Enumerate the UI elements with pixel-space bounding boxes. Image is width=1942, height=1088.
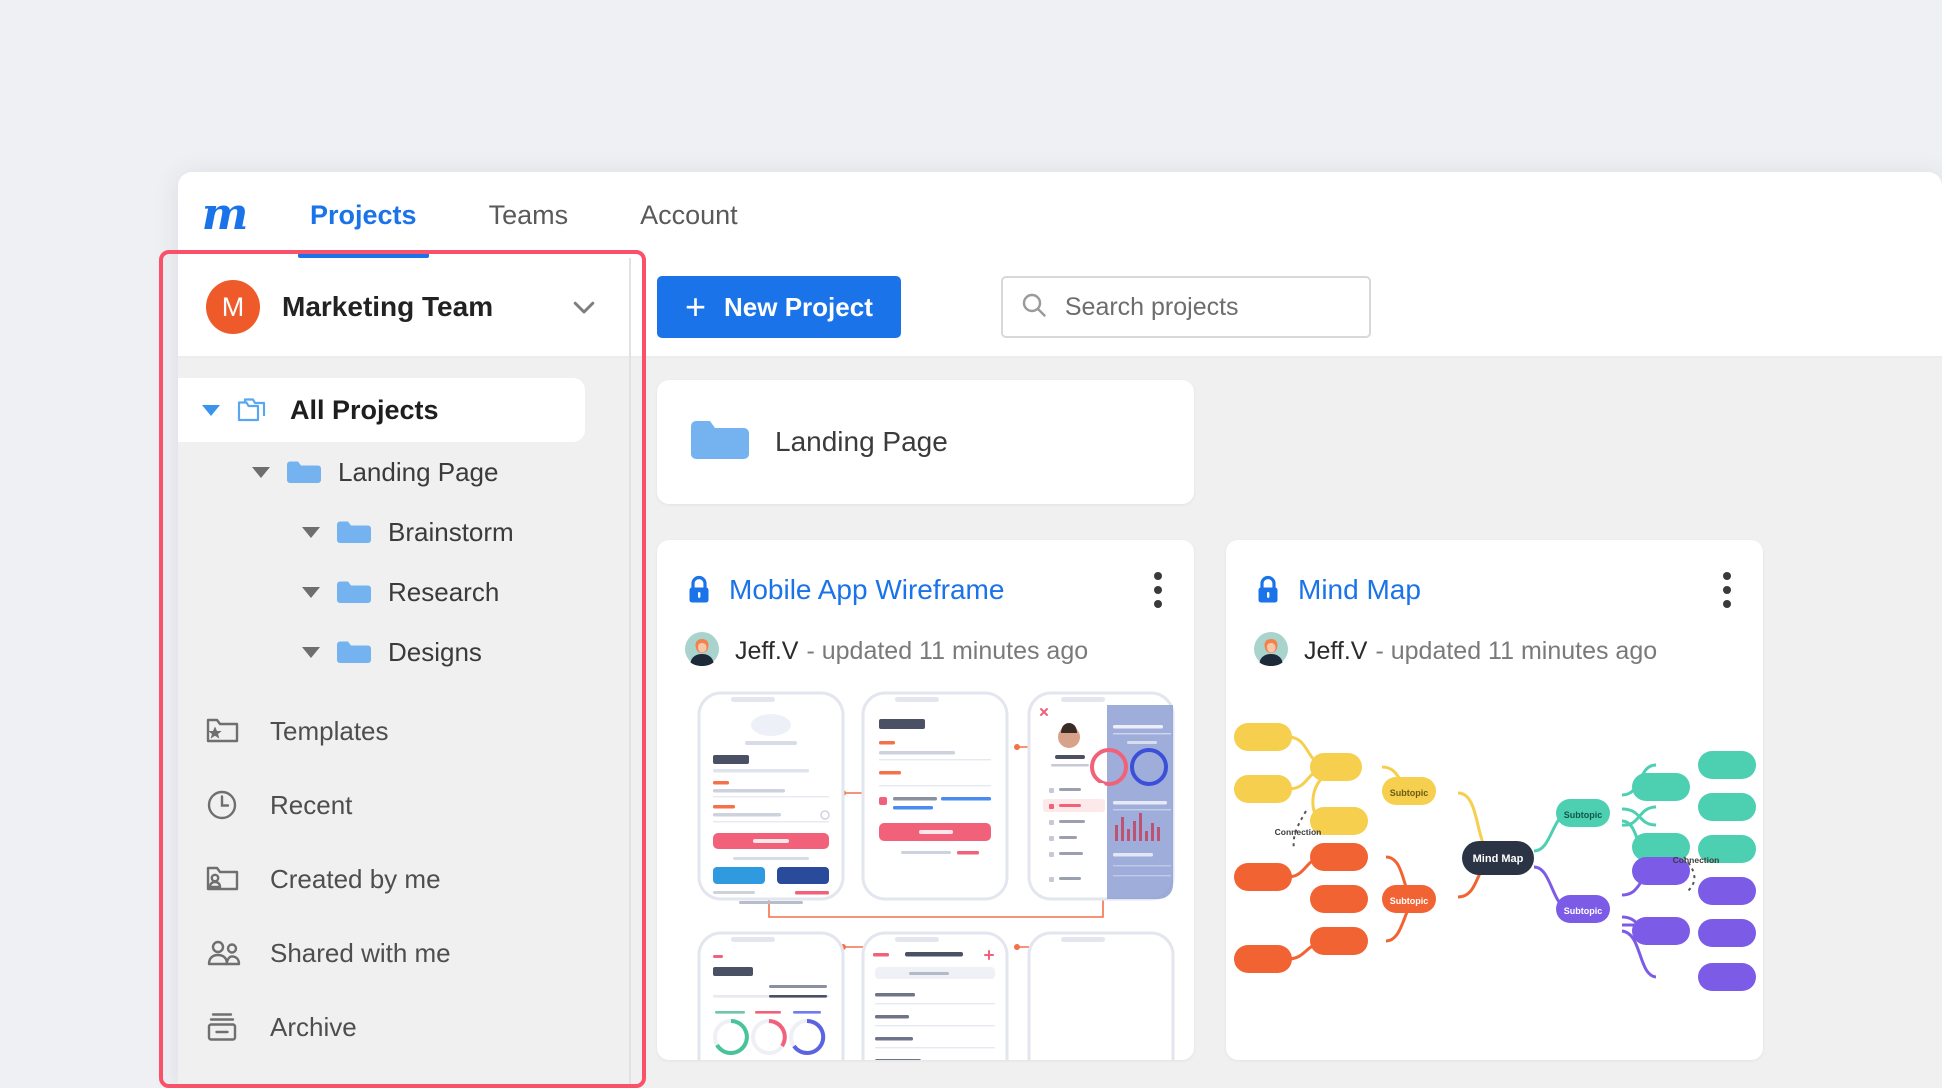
app-logo-icon[interactable]: m — [198, 188, 252, 242]
sidebar-item-created-by-me-label: Created by me — [270, 864, 441, 895]
caret-down-icon[interactable] — [302, 527, 320, 538]
project-card-mobile-app-wireframe[interactable]: Mobile App Wireframe — [657, 540, 1194, 1060]
tab-account-label: Account — [640, 200, 738, 231]
lock-icon — [685, 574, 713, 606]
folder-icon — [286, 458, 322, 486]
mind-map-subtopic-label: Subtopic — [1390, 788, 1429, 798]
sidebar-item-research-label: Research — [388, 577, 499, 608]
folder-icon — [336, 578, 372, 606]
sidebar-item-research[interactable]: Research — [178, 562, 629, 622]
archive-icon — [204, 1010, 248, 1044]
sidebar-item-templates[interactable]: Templates — [178, 694, 629, 768]
folder-card-landing-page[interactable]: Landing Page — [657, 380, 1194, 504]
top-navigation-bar: m Projects Teams Account — [178, 172, 1942, 258]
project-card-author: Jeff.V — [1304, 637, 1367, 666]
sidebar-item-designs-label: Designs — [388, 637, 482, 668]
clock-icon — [204, 787, 248, 823]
mobile-app-wireframe-thumbnail — [657, 685, 1194, 1060]
new-project-button-label: New Project — [724, 292, 873, 323]
sidebar-item-designs[interactable]: Designs — [178, 622, 629, 682]
app-window: m Projects Teams Account M Marketing Tea… — [178, 172, 1942, 1088]
folder-icon — [336, 518, 372, 546]
folder-icon — [336, 638, 372, 666]
folder-person-icon — [204, 863, 248, 895]
sidebar-item-shared-with-me-label: Shared with me — [270, 938, 451, 969]
sidebar-item-landing-page[interactable]: Landing Page — [178, 442, 629, 502]
projects-toolbar: + New Project — [631, 258, 1942, 358]
project-card-mind-map[interactable]: Mind Map — [1226, 540, 1763, 1060]
project-card-updated: - updated 11 minutes ago — [806, 637, 1088, 666]
sidebar-item-archive[interactable]: Archive — [178, 990, 629, 1064]
kebab-menu-icon[interactable] — [1717, 566, 1737, 614]
search-input[interactable] — [1065, 293, 1353, 322]
project-card-updated: - updated 11 minutes ago — [1375, 637, 1657, 666]
sidebar-item-created-by-me[interactable]: Created by me — [178, 842, 629, 916]
avatar — [685, 632, 719, 671]
tab-teams-label: Teams — [489, 200, 569, 231]
sidebar-panel: M Marketing Team All Projects — [178, 258, 631, 1088]
mind-map-subtopic-label: Subtopic — [1564, 810, 1603, 820]
plus-icon: + — [685, 289, 706, 325]
mind-map-thumbnail: Subtopic — [1226, 685, 1763, 1060]
new-project-button[interactable]: + New Project — [657, 276, 901, 338]
tab-projects-label: Projects — [310, 200, 417, 231]
sidebar-item-archive-label: Archive — [270, 1012, 357, 1043]
sidebar-item-brainstorm[interactable]: Brainstorm — [178, 502, 629, 562]
kebab-menu-icon[interactable] — [1148, 566, 1168, 614]
sidebar-item-recent[interactable]: Recent — [178, 768, 629, 842]
tab-teams[interactable]: Teams — [483, 172, 575, 258]
folder-card-label: Landing Page — [775, 426, 948, 458]
mind-map-subtopic-label: Subtopic — [1390, 896, 1429, 906]
mind-map-connection-label: Connection — [1673, 855, 1720, 865]
sidebar-item-all-projects[interactable]: All Projects — [178, 378, 585, 442]
caret-down-icon[interactable] — [302, 647, 320, 658]
search-projects-field[interactable] — [1001, 276, 1371, 338]
mind-map-center-label: Mind Map — [1473, 853, 1524, 865]
search-icon — [1019, 290, 1049, 325]
tab-account[interactable]: Account — [634, 172, 744, 258]
main-content-area: + New Project — [631, 258, 1942, 1088]
mind-map-connection-label: Connection — [1275, 827, 1322, 837]
sidebar-item-recent-label: Recent — [270, 790, 352, 821]
sidebar-item-templates-label: Templates — [270, 716, 389, 747]
project-card-title[interactable]: Mobile App Wireframe — [729, 574, 1004, 606]
sidebar-item-brainstorm-label: Brainstorm — [388, 517, 514, 548]
tab-projects[interactable]: Projects — [304, 172, 423, 258]
projects-grid: Landing Page — [631, 358, 1942, 1060]
mind-map-subtopic-label: Subtopic — [1564, 906, 1603, 916]
caret-down-icon[interactable] — [302, 587, 320, 598]
sidebar-item-shared-with-me[interactable]: Shared with me — [178, 916, 629, 990]
app-body: M Marketing Team All Projects — [178, 258, 1942, 1088]
people-icon — [204, 937, 248, 969]
team-name-label: Marketing Team — [282, 291, 493, 323]
template-folder-star-icon — [204, 715, 248, 747]
avatar — [1254, 632, 1288, 671]
team-switcher[interactable]: M Marketing Team — [178, 258, 629, 358]
project-card-author: Jeff.V — [735, 637, 798, 666]
folder-icon — [689, 415, 751, 470]
sidebar-item-landing-page-label: Landing Page — [338, 457, 498, 488]
caret-down-icon[interactable] — [202, 405, 220, 416]
sidebar-item-all-projects-label: All Projects — [290, 395, 439, 426]
project-card-title[interactable]: Mind Map — [1298, 574, 1421, 606]
chevron-down-icon — [569, 292, 599, 322]
project-tree: All Projects Landing Page Brains — [178, 358, 629, 1064]
caret-down-icon[interactable] — [252, 467, 270, 478]
team-avatar: M — [206, 280, 260, 334]
folders-icon — [236, 395, 272, 425]
lock-icon — [1254, 574, 1282, 606]
